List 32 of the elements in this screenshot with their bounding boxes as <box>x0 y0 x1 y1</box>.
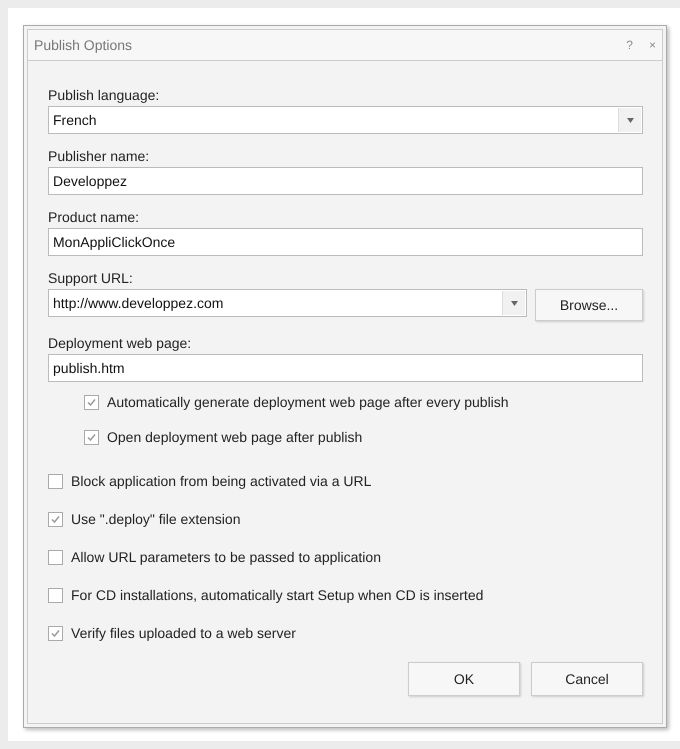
checkbox[interactable] <box>48 474 63 488</box>
window-title: Publish Options <box>34 37 134 53</box>
ok-button[interactable]: OK <box>408 662 520 696</box>
text-field[interactable]: Developpez <box>48 167 643 195</box>
dropdown-field[interactable]: http://www.developpez.com <box>48 289 527 317</box>
checkbox[interactable] <box>84 430 99 444</box>
browse-button[interactable]: Browse... <box>535 289 643 321</box>
checkbox-label: Automatically generate deployment web page after every publish <box>107 394 509 410</box>
checkbox-label: Use ".deploy" file extension <box>71 511 240 527</box>
checkbox[interactable] <box>48 512 63 526</box>
checkbox[interactable] <box>84 394 99 410</box>
checkmark-icon <box>50 514 61 524</box>
checkbox[interactable] <box>48 550 63 564</box>
field-label: Deployment web page: <box>48 335 192 351</box>
checkmark-icon <box>86 396 97 408</box>
checkbox[interactable] <box>48 626 63 640</box>
checkmark-icon <box>86 432 97 442</box>
checkbox[interactable] <box>48 588 63 602</box>
checkmark-icon <box>50 628 61 638</box>
dropdown-field[interactable]: French <box>48 106 643 134</box>
field-label: Publisher name: <box>48 148 150 164</box>
field-label: Publish language: <box>48 87 160 103</box>
text-field[interactable]: publish.htm <box>48 354 643 382</box>
cancel-button[interactable]: Cancel <box>531 662 643 696</box>
field-label: Product name: <box>48 209 140 225</box>
checkbox-label: For CD installations, automatically start Setup when CD is inserted <box>71 587 484 603</box>
text-field[interactable]: MonAppliClickOnce <box>48 228 643 256</box>
field-label: Support URL: <box>48 270 134 286</box>
checkbox-label: Open deployment web page after publish <box>107 429 362 445</box>
checkbox-label: Verify files uploaded to a web server <box>71 625 296 641</box>
checkbox-label: Block application from being activated via a URL <box>71 473 372 489</box>
checkbox-label: Allow URL parameters to be passed to application <box>71 549 381 565</box>
